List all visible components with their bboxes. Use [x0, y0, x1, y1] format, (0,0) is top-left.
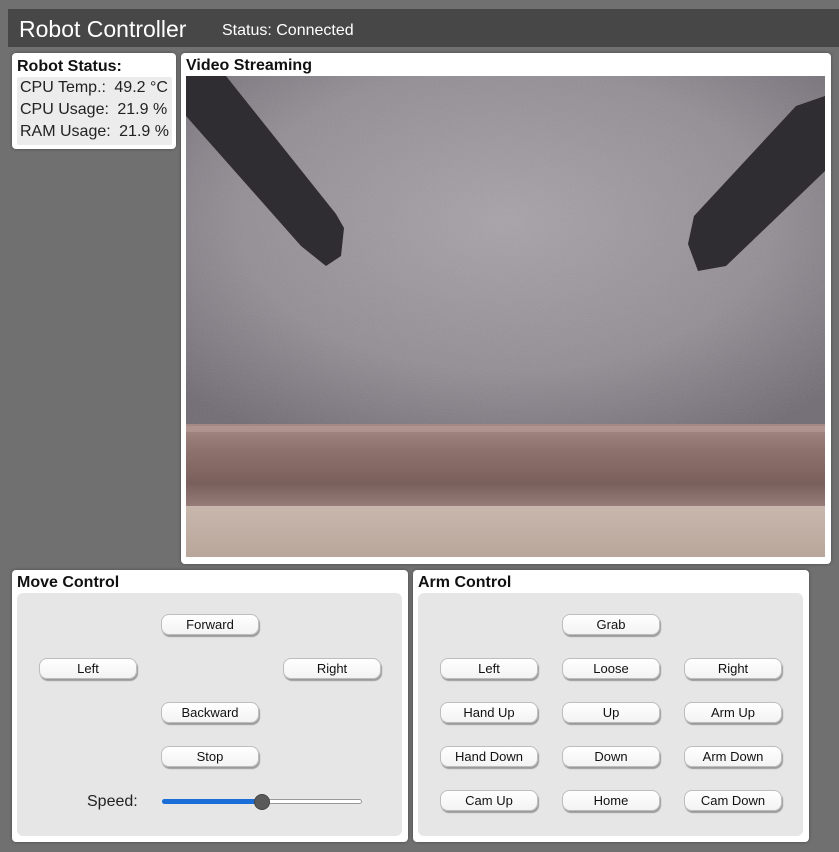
move-control-panel: Move Control Forward Left Right Backward… [12, 570, 408, 842]
robot-status-box: CPU Temp.: 49.2 °C CPU Usage: 21.9 % RAM… [17, 77, 172, 145]
robot-status-title: Robot Status: [17, 58, 122, 75]
home-button[interactable]: Home [562, 790, 660, 811]
arm-control-panel: Arm Control Grab Left Loose Right Hand U… [413, 570, 809, 842]
connection-status: Status: Connected [222, 22, 354, 39]
ram-usage-value: 21.9 % [119, 123, 169, 140]
video-stream [186, 76, 825, 557]
arm-control-title: Arm Control [418, 574, 512, 591]
ram-usage-label: RAM Usage: [20, 123, 111, 140]
speed-slider-fill [162, 799, 262, 804]
app-header: Robot Controller Status: Connected [8, 9, 839, 47]
video-streaming-title: Video Streaming [186, 57, 312, 74]
robot-status-panel: Robot Status: CPU Temp.: 49.2 °C CPU Usa… [12, 53, 176, 149]
arm-down-button-center[interactable]: Down [562, 746, 660, 767]
cpu-usage-value: 21.9 % [117, 101, 168, 118]
ram-usage-row: RAM Usage: 21.9 % [20, 123, 169, 141]
move-control-area: Forward Left Right Backward Stop Speed: [17, 593, 402, 836]
cam-up-button[interactable]: Cam Up [440, 790, 538, 811]
move-right-button[interactable]: Right [283, 658, 381, 679]
move-backward-button[interactable]: Backward [161, 702, 259, 723]
arm-left-button[interactable]: Left [440, 658, 538, 679]
move-control-title: Move Control [17, 574, 120, 591]
cpu-usage-row: CPU Usage: 21.9 % [20, 101, 167, 119]
cpu-usage-label: CPU Usage: [20, 101, 109, 118]
camera-feed-image [186, 76, 825, 557]
cpu-temp-label: CPU Temp.: [20, 79, 106, 96]
arm-down-button[interactable]: Arm Down [684, 746, 782, 767]
app-title: Robot Controller [19, 16, 187, 42]
hand-down-button[interactable]: Hand Down [440, 746, 538, 767]
speed-slider-thumb[interactable] [254, 794, 270, 810]
arm-up-button-center[interactable]: Up [562, 702, 660, 723]
speed-slider[interactable] [162, 794, 362, 810]
arm-grab-button[interactable]: Grab [562, 614, 660, 635]
hand-up-button[interactable]: Hand Up [440, 702, 538, 723]
arm-control-area: Grab Left Loose Right Hand Up Up Arm Up … [418, 593, 803, 836]
cam-down-button[interactable]: Cam Down [684, 790, 782, 811]
move-forward-button[interactable]: Forward [161, 614, 259, 635]
move-left-button[interactable]: Left [39, 658, 137, 679]
video-streaming-panel: Video Streaming [181, 53, 831, 564]
cpu-temp-row: CPU Temp.: 49.2 °C [20, 79, 168, 97]
arm-up-button[interactable]: Arm Up [684, 702, 782, 723]
speed-label: Speed: [87, 793, 138, 810]
cpu-temp-value: 49.2 °C [114, 79, 168, 96]
arm-loose-button[interactable]: Loose [562, 658, 660, 679]
arm-right-button[interactable]: Right [684, 658, 782, 679]
move-stop-button[interactable]: Stop [161, 746, 259, 767]
